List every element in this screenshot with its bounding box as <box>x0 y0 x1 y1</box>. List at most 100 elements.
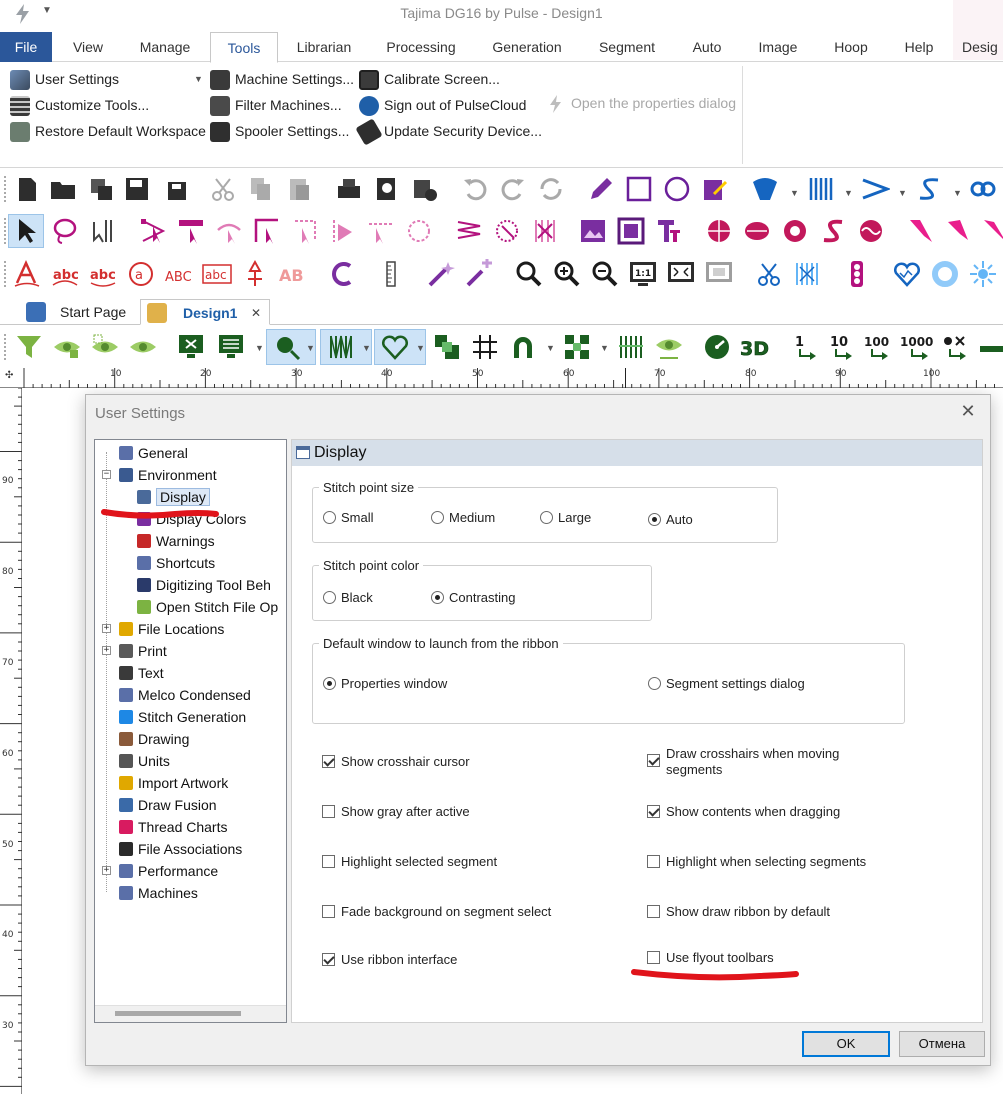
tab-help[interactable]: Help <box>894 32 944 62</box>
new-file-icon[interactable] <box>12 174 42 204</box>
radio-size-large[interactable]: Large <box>540 509 591 527</box>
edit-shape-icon[interactable] <box>700 174 730 204</box>
brush-icon-1[interactable] <box>906 216 936 246</box>
motif-icon-1[interactable] <box>704 216 734 246</box>
toolbar-grip[interactable] <box>4 334 7 360</box>
fan-stitch-icon[interactable] <box>750 174 780 204</box>
save-icon[interactable] <box>122 174 152 204</box>
tree-node-thread-charts[interactable]: Thread Charts <box>119 816 227 838</box>
circle-text-icon[interactable]: a <box>126 259 156 289</box>
radio-color-contrasting[interactable]: Contrasting <box>431 589 515 607</box>
tree-horizontal-scrollbar[interactable] <box>95 1005 286 1022</box>
radio-size-small[interactable]: Small <box>323 509 374 527</box>
tab-auto[interactable]: Auto <box>682 32 732 62</box>
radio-size-medium[interactable]: Medium <box>431 509 495 527</box>
tab-generation[interactable]: Generation <box>482 32 572 62</box>
checkbox-highlight-selected-segment[interactable]: Highlight selected segment <box>322 854 622 870</box>
collapse-icon[interactable]: − <box>102 470 111 479</box>
tab-tools[interactable]: Tools <box>210 32 278 63</box>
magnet-dropdown-icon[interactable]: ▼ <box>546 343 555 353</box>
tree-node-file-locations[interactable]: File Locations <box>119 618 224 640</box>
nodes-dropdown-icon[interactable]: ▼ <box>600 343 609 353</box>
checkbox-use-ribbon-interface[interactable]: Use ribbon interface <box>322 952 622 968</box>
checkbox-use-flyout-toolbars[interactable]: Use flyout toolbars <box>647 950 947 966</box>
tab-segment[interactable]: Segment <box>590 32 664 62</box>
tab-manage[interactable]: Manage <box>130 32 200 62</box>
speed-dial-icon[interactable] <box>702 332 732 362</box>
reshape-icon[interactable] <box>176 216 206 246</box>
cut-icon[interactable] <box>208 174 238 204</box>
brush-icon-2[interactable] <box>944 216 974 246</box>
step-end-icon[interactable] <box>978 332 1003 362</box>
calibrate-screen-button[interactable]: Calibrate Screen... <box>359 68 500 91</box>
stitch-view-icon[interactable] <box>326 332 356 362</box>
motif-icon-4[interactable] <box>818 216 848 246</box>
tab-start-page[interactable]: Start Page <box>20 299 132 325</box>
grid-icon[interactable] <box>470 332 500 362</box>
tree-node-shortcuts[interactable]: Shortcuts <box>137 552 215 574</box>
outline-dropdown-icon[interactable]: ▼ <box>416 343 425 353</box>
zoom-out-icon[interactable] <box>590 259 620 289</box>
rectangle-icon[interactable] <box>624 174 654 204</box>
step-1-icon[interactable]: 1 <box>792 332 822 362</box>
toolbar-grip[interactable] <box>4 218 7 244</box>
magic-wand-icon-1[interactable] <box>426 259 456 289</box>
motif-icon-5[interactable] <box>856 216 886 246</box>
tab-file[interactable]: File <box>0 32 52 62</box>
tree-node-open-stitch-file-op[interactable]: Open Stitch File Op <box>137 596 278 618</box>
tree-node-machines[interactable]: Machines <box>119 882 198 904</box>
lettering-a-icon[interactable] <box>12 259 42 289</box>
arc-tool-icon[interactable] <box>214 216 244 246</box>
zoom-fit-icon[interactable] <box>666 259 696 289</box>
view-eye-icon-3[interactable] <box>128 332 158 362</box>
magic-wand-icon-2[interactable] <box>464 259 494 289</box>
tree-node-display-colors[interactable]: Display Colors <box>137 508 246 530</box>
pen-icon[interactable] <box>586 174 616 204</box>
grid-nodes-icon[interactable] <box>290 216 320 246</box>
brush-icon-3[interactable] <box>980 216 1003 246</box>
radio-segment-settings-dialog[interactable]: Segment settings dialog <box>648 675 805 693</box>
arc-text-icon[interactable]: abc <box>50 259 80 289</box>
tree-node-warnings[interactable]: Warnings <box>137 530 215 552</box>
tree-node-digitizing-tool-beh[interactable]: Digitizing Tool Beh <box>137 574 271 596</box>
monitor-x-icon[interactable] <box>176 332 206 362</box>
magnet-icon[interactable] <box>508 332 538 362</box>
tab-image[interactable]: Image <box>750 32 806 62</box>
needle-dropdown-icon[interactable]: ▼ <box>306 343 315 353</box>
radio-color-black[interactable]: Black <box>323 589 373 607</box>
user-settings-button[interactable]: User Settings <box>10 68 119 91</box>
machine-settings-button[interactable]: Machine Settings... <box>210 68 354 91</box>
save-as-icon[interactable] <box>160 174 190 204</box>
select-arrow-icon[interactable] <box>12 216 42 246</box>
stitch-view-dropdown-icon[interactable]: ▼ <box>362 343 371 353</box>
toolbar-grip[interactable] <box>4 261 7 287</box>
step-10-icon[interactable]: 10 <box>828 332 858 362</box>
user-settings-dropdown-icon[interactable]: ▼ <box>194 74 203 84</box>
3d-view-icon[interactable]: 3D <box>740 332 770 362</box>
checkbox-show-gray-after-active[interactable]: Show gray after active <box>322 804 622 820</box>
circle-nodes-icon[interactable] <box>404 216 434 246</box>
text-tool-icon[interactable] <box>654 216 684 246</box>
print-preview-icon[interactable] <box>372 174 402 204</box>
row-nodes-icon[interactable] <box>366 216 396 246</box>
view-eye-icon-1[interactable] <box>52 332 82 362</box>
open-folder-icon[interactable] <box>48 174 78 204</box>
stitch-loop-icon[interactable] <box>492 216 522 246</box>
lasso-icon[interactable] <box>50 216 80 246</box>
tree-scroll-thumb[interactable] <box>115 1011 241 1016</box>
tab-design1[interactable]: Design1 ✕ <box>140 299 270 325</box>
curve-dropdown-icon[interactable]: ▼ <box>953 188 962 198</box>
chain-icon[interactable] <box>968 174 998 204</box>
checkbox-draw-crosshairs-moving[interactable]: Draw crosshairs when moving segments <box>647 746 877 778</box>
close-tab-icon[interactable]: ✕ <box>251 300 261 326</box>
zoom-icon[interactable] <box>514 259 544 289</box>
refresh-icon[interactable] <box>536 174 566 204</box>
boxed-text-icon[interactable]: abc <box>202 259 232 289</box>
zigzag-icon[interactable] <box>860 174 890 204</box>
tab-librarian[interactable]: Librarian <box>288 32 360 62</box>
split-stitches-icon[interactable] <box>792 259 822 289</box>
tab-design[interactable]: Desig <box>962 32 1003 62</box>
tree-node-import-artwork[interactable]: Import Artwork <box>119 772 228 794</box>
paste-icon[interactable] <box>284 174 314 204</box>
zigzag-dropdown-icon[interactable]: ▼ <box>898 188 907 198</box>
